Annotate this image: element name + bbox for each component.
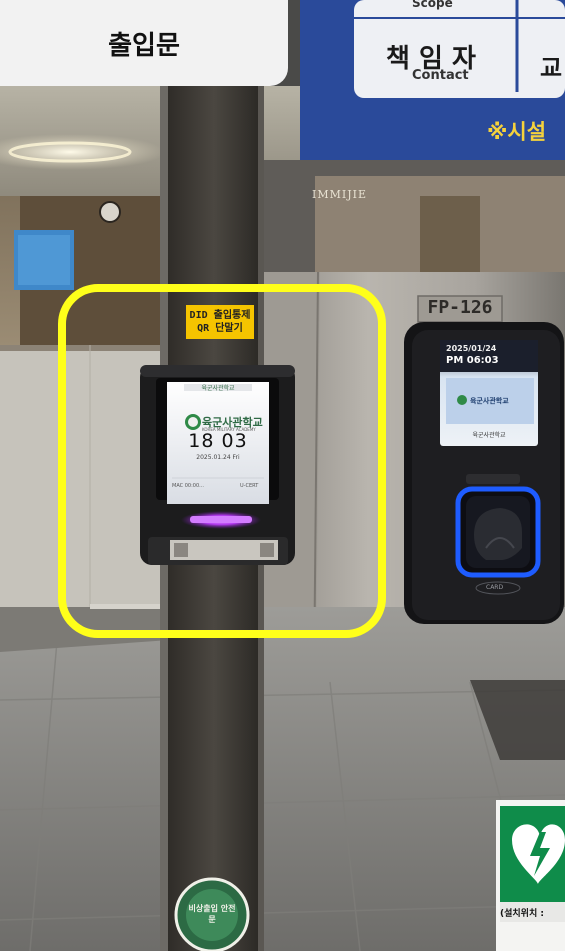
- sign-scope-text: Scope: [412, 0, 453, 10]
- qr-screen-footer-left: MAC 00:00...: [172, 483, 204, 489]
- did-sticker-text: DID 출입통제 QR 단말기: [186, 309, 254, 335]
- sign-role-english: Contact: [412, 68, 469, 83]
- fp-screen-time: PM 06:03: [446, 355, 499, 366]
- fp-card-label: CARD: [486, 584, 504, 591]
- fp-screen-school: 육군사관학교: [470, 397, 509, 405]
- qr-screen-date: 2025.01.24 Fri: [196, 454, 240, 461]
- sign-right-partial: 교: [540, 54, 563, 82]
- caption-text: 출입문: [108, 30, 180, 61]
- pillar-sticker-text: 비상출입 안전문: [188, 904, 236, 924]
- qr-screen-footer-right: U-CERT: [240, 483, 259, 489]
- wall-logo: IMMIJIE: [312, 188, 368, 201]
- did-sticker-line2: QR 단말기: [197, 323, 243, 334]
- qr-terminal: [140, 365, 295, 565]
- fp-screen-caption: 육군사관학교: [472, 432, 506, 439]
- qr-screen-time: 18 03: [188, 430, 248, 452]
- fp-screen-date: 2025/01/24: [446, 344, 497, 353]
- did-sticker-line1: DID 출입통제: [189, 310, 251, 321]
- fingerprint-terminal: [404, 322, 564, 624]
- caption-label: 출입문: [0, 0, 288, 86]
- floor: [0, 607, 565, 951]
- wall-clock: [99, 201, 121, 223]
- photo-scene: [0, 0, 565, 951]
- fp-model-label: FP-126: [427, 297, 493, 318]
- sign-bottom-partial: ※시설: [487, 120, 547, 144]
- aed-sign-text: (설치위치 :: [500, 909, 544, 919]
- qr-screen-header: 육군사관학교: [201, 385, 235, 392]
